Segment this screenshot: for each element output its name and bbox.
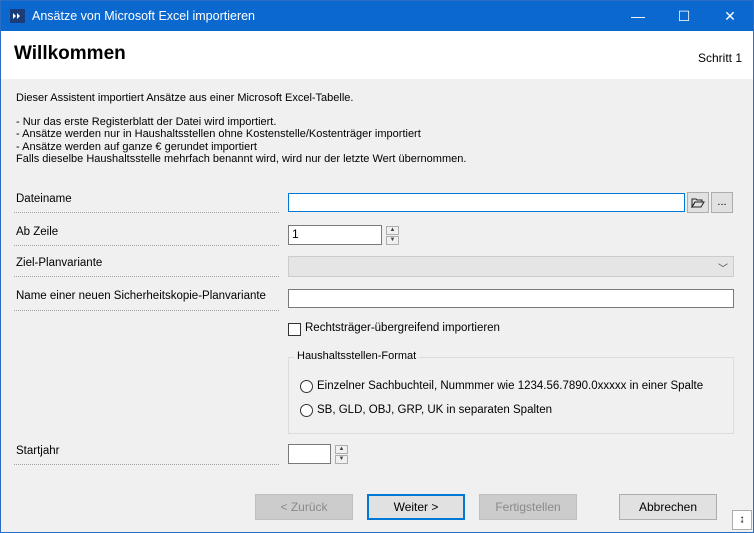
- format-radio-separate[interactable]: [300, 404, 313, 417]
- step-indicator: Schritt 1: [697, 51, 742, 65]
- ziel-planvariante-select[interactable]: ﹀: [288, 256, 734, 277]
- sicherheitskopie-separator: [14, 310, 279, 311]
- app-icon: [10, 9, 25, 23]
- ziel-planvariante-separator: [14, 276, 279, 277]
- import-wizard-window: Ansätze von Microsoft Excel importieren …: [0, 0, 754, 533]
- sicherheitskopie-input[interactable]: [288, 289, 734, 308]
- next-button[interactable]: Weiter >: [367, 494, 465, 520]
- window-title: Ansätze von Microsoft Excel importieren: [32, 9, 256, 23]
- format-radio-einzelner[interactable]: [300, 380, 313, 393]
- resize-grip-icon[interactable]: ↨: [732, 510, 752, 530]
- dateiname-separator: [14, 212, 279, 213]
- ellipsis-button[interactable]: ...: [711, 192, 733, 213]
- rechtstraeger-checkbox[interactable]: [288, 323, 301, 336]
- haushaltsstellen-format-group: Haushaltsstellen-Format: [288, 350, 734, 434]
- dateiname-input[interactable]: [288, 193, 685, 212]
- startjahr-spin-up-icon[interactable]: ▲: [335, 445, 348, 454]
- back-button[interactable]: < Zurück: [255, 494, 353, 520]
- description-bullet-3: - Ansätze werden auf ganze € gerundet im…: [16, 141, 257, 153]
- startjahr-label: Startjahr: [16, 445, 60, 457]
- ab-zeile-spin-down-icon[interactable]: ▼: [386, 236, 399, 245]
- description-note: Falls dieselbe Haushaltsstelle mehrfach …: [16, 153, 467, 165]
- group-title: Haushaltsstellen-Format: [294, 350, 420, 362]
- wizard-header: Willkommen Schritt 1: [1, 31, 753, 79]
- dateiname-label: Dateiname: [16, 193, 72, 205]
- ziel-planvariante-label: Ziel-Planvariante: [16, 257, 103, 269]
- chevron-down-icon: ﹀: [718, 264, 728, 275]
- maximize-icon[interactable]: ☐: [661, 1, 707, 31]
- format-radio-separate-label[interactable]: SB, GLD, OBJ, GRP, UK in separaten Spalt…: [317, 404, 552, 416]
- close-icon[interactable]: ✕: [707, 1, 753, 31]
- browse-folder-button[interactable]: [687, 192, 709, 213]
- folder-open-icon: [691, 198, 705, 209]
- description-bullet-1: - Nur das erste Registerblatt der Datei …: [16, 116, 277, 128]
- minimize-icon[interactable]: —: [615, 1, 661, 31]
- description-bullet-2: - Ansätze werden nur in Haushaltsstellen…: [16, 128, 421, 140]
- sicherheitskopie-label: Name einer neuen Sicherheitskopie-Planva…: [16, 290, 266, 302]
- startjahr-input[interactable]: [288, 444, 331, 464]
- ab-zeile-spin-up-icon[interactable]: ▲: [386, 226, 399, 235]
- rechtstraeger-checkbox-label[interactable]: Rechtsträger-übergreifend importieren: [305, 322, 500, 334]
- format-radio-einzelner-label[interactable]: Einzelner Sachbuchteil, Nummmer wie 1234…: [317, 380, 703, 392]
- description-intro: Dieser Assistent importiert Ansätze aus …: [16, 92, 354, 104]
- startjahr-separator: [14, 464, 279, 465]
- page-title: Willkommen: [14, 43, 126, 64]
- finish-button[interactable]: Fertigstellen: [479, 494, 577, 520]
- ab-zeile-label: Ab Zeile: [16, 226, 59, 238]
- cancel-button[interactable]: Abbrechen: [619, 494, 717, 520]
- ab-zeile-input[interactable]: 1: [288, 225, 382, 245]
- startjahr-spin-down-icon[interactable]: ▼: [335, 455, 348, 464]
- ab-zeile-separator: [14, 245, 279, 246]
- title-bar: Ansätze von Microsoft Excel importieren …: [1, 1, 753, 31]
